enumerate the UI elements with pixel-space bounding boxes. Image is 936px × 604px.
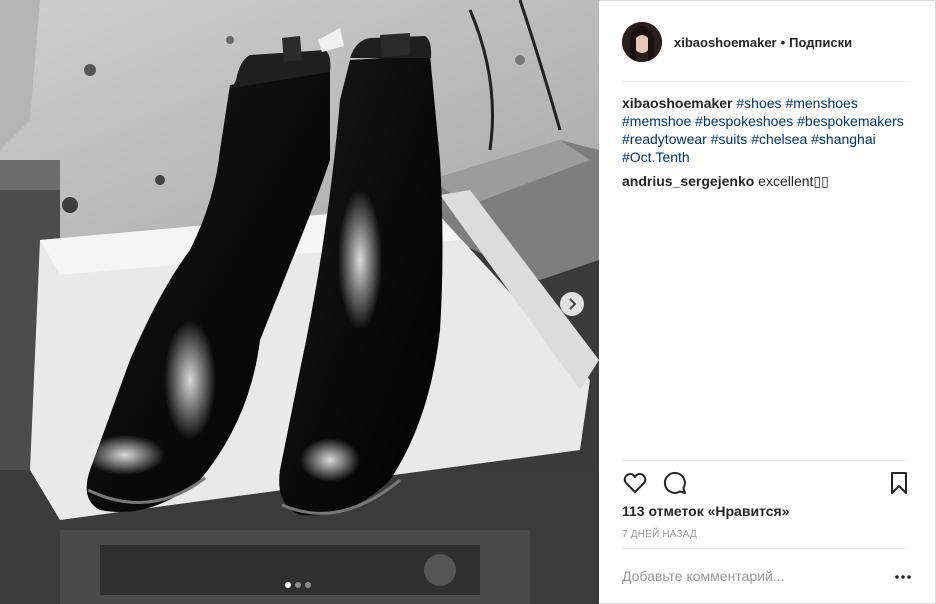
- hashtag[interactable]: #shanghai: [811, 131, 876, 147]
- header-text: xibaoshoemaker • Подписки: [674, 35, 852, 50]
- add-comment-input[interactable]: Добавьте комментарий...: [622, 568, 892, 584]
- post-header: xibaoshoemaker • Подписки: [622, 22, 852, 62]
- caption-username[interactable]: xibaoshoemaker: [622, 95, 733, 111]
- bookmark-icon: [891, 472, 907, 494]
- carousel-indicator: [285, 582, 311, 588]
- header-divider: [622, 81, 910, 82]
- post-caption: xibaoshoemaker #shoes #menshoes #memshoe…: [622, 94, 912, 166]
- chevron-right-icon: [569, 298, 577, 310]
- comment-button[interactable]: [662, 470, 688, 496]
- follow-button[interactable]: Подписки: [789, 35, 852, 50]
- speech-bubble-icon: [663, 471, 686, 494]
- like-button[interactable]: [622, 470, 648, 496]
- action-bar: [622, 470, 910, 496]
- comment: andrius_sergejenko excellent▯▯: [622, 172, 912, 190]
- avatar-image: [622, 22, 662, 62]
- post-time[interactable]: 7 ДНЕЙ НАЗАД: [622, 529, 697, 540]
- carousel-dot: [305, 582, 311, 588]
- hashtag[interactable]: #chelsea: [751, 131, 807, 147]
- post-sidebar: xibaoshoemaker • Подписки xibaoshoemaker #…: [600, 0, 936, 604]
- hashtag[interactable]: #Oct.Tenth: [622, 149, 690, 165]
- header-separator: •: [780, 34, 786, 50]
- hashtag[interactable]: #menshoes: [785, 95, 857, 111]
- comment-divider: [622, 548, 910, 549]
- comment-text: excellent▯▯: [758, 173, 829, 189]
- post-photo[interactable]: [0, 0, 599, 604]
- actions-divider: [622, 460, 910, 461]
- more-options-button[interactable]: [894, 570, 912, 584]
- hashtag[interactable]: #bespokeshoes: [695, 113, 793, 129]
- heart-icon: [623, 472, 647, 493]
- hashtag[interactable]: #suits: [711, 131, 748, 147]
- hashtag[interactable]: #memshoe: [622, 113, 691, 129]
- header-username[interactable]: xibaoshoemaker: [674, 35, 777, 50]
- comment-username[interactable]: andrius_sergejenko: [622, 173, 754, 189]
- ellipsis-icon: [895, 575, 911, 579]
- next-slide-button[interactable]: [560, 292, 584, 316]
- avatar[interactable]: [622, 22, 662, 62]
- save-button[interactable]: [886, 470, 912, 496]
- hashtag[interactable]: #bespokemakers: [797, 113, 904, 129]
- carousel-dot: [295, 582, 301, 588]
- hashtag[interactable]: #readytowear: [622, 131, 707, 147]
- chelsea-boots-photo: [0, 0, 599, 604]
- likes-count[interactable]: 113 отметок «Нравится»: [622, 503, 789, 519]
- hashtag[interactable]: #shoes: [736, 95, 781, 111]
- carousel-dot: [285, 582, 291, 588]
